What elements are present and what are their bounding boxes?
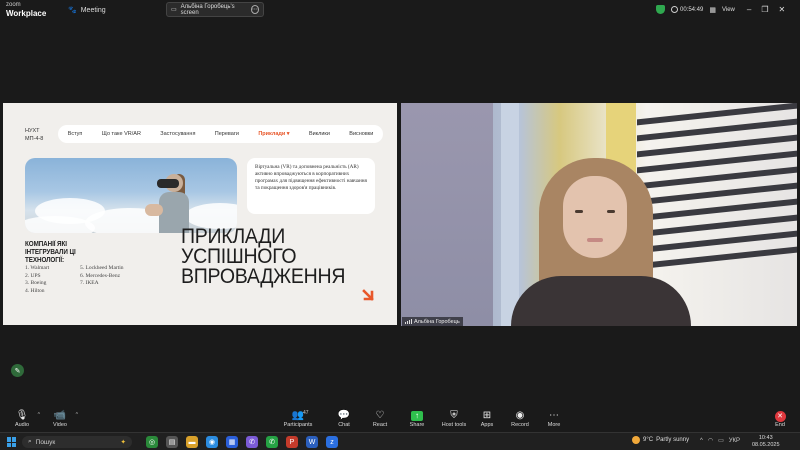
share-button[interactable]: ↑ Share — [397, 410, 437, 428]
slide-org-label: НУХТ МП-4-8 — [25, 128, 44, 142]
slide-headline: ПРИКЛАДИ УСПІШНОГО ВПРОВАДЖЕННЯ — [181, 225, 346, 288]
sparkle-icon: ✦ — [120, 439, 126, 446]
weather-widget[interactable]: 9°C Partly sunny — [632, 436, 689, 444]
word-icon[interactable]: W — [306, 436, 318, 448]
windows-taskbar: ⌕ Пошук ✦ ◎ ▤ ▬ ◉ ▦ ✆ ✆ P W z 9°C Partly… — [0, 432, 800, 450]
screen-share-pill[interactable]: ▭ Альбіна Горобець's screen ⋯ — [166, 2, 264, 17]
microphone-icon: 🎙 — [15, 410, 29, 421]
slide-nav-item[interactable]: Вступ — [68, 131, 83, 137]
meeting-indicator[interactable]: 🐾 Meeting — [68, 4, 106, 16]
clock-icon — [671, 6, 678, 13]
list-item: 5. Lockheed Martin — [80, 265, 124, 271]
taskbar-search-input[interactable]: ⌕ Пошук ✦ — [22, 436, 132, 448]
list-item: 2. UPS — [25, 272, 41, 279]
system-tray: ^ ◠ ▭ УКР — [700, 437, 740, 445]
slide-nav-item[interactable]: Що таке VR/AR — [102, 131, 141, 137]
chevron-up-icon[interactable]: ^ — [700, 438, 703, 444]
language-indicator[interactable]: УКР — [729, 438, 740, 444]
slide-nav-item[interactable]: Застосування — [160, 131, 195, 137]
companies-title: КОМПАНІЇ ЯКІ ІНТЕГРУВАЛИ ЦІ ТЕХНОЛОГІЇ: — [25, 241, 76, 264]
slide-nav-item-active[interactable]: Приклади — [258, 131, 289, 137]
participant-video-tile[interactable] — [401, 103, 797, 326]
share-pill-label: Альбіна Горобець's screen — [180, 3, 235, 16]
paw-icon: 🐾 — [68, 7, 77, 14]
annotate-pen-icon[interactable]: ✎ — [11, 364, 24, 377]
meeting-label: Meeting — [80, 6, 106, 14]
slide-nav-item[interactable]: Висновки — [349, 131, 373, 137]
restore-icon[interactable]: ❐ — [761, 5, 768, 14]
timer-value: 00:54:49 — [680, 6, 704, 13]
sun-icon — [632, 436, 640, 444]
zoom-icon[interactable]: ◉ — [206, 436, 218, 448]
search-icon: ⌕ — [28, 438, 32, 445]
list-item: 1. Walmart — [25, 265, 50, 271]
more-dots-icon: ⋯ — [549, 410, 559, 421]
window-controls: – ❐ ✕ — [747, 5, 785, 14]
participant-person — [511, 158, 691, 326]
participants-count: 47 — [303, 410, 309, 416]
meeting-toolbar: 🎙 Audio ^ 📹 Video ^ 👥 47 Participants 💬 … — [0, 408, 800, 432]
list-item: 4. Hilton — [25, 287, 45, 294]
wifi-icon[interactable]: ◠ — [708, 437, 713, 444]
whatsapp-icon[interactable]: ✆ — [266, 436, 278, 448]
close-icon[interactable]: ✕ — [779, 5, 786, 14]
participants-button[interactable]: 👥 47 Participants — [278, 410, 318, 428]
list-item: 3. Boeing — [25, 280, 47, 286]
person-with-vr-headset — [145, 170, 205, 233]
share-screen-icon: ▭ — [171, 7, 177, 13]
end-button[interactable]: ✕ End — [760, 410, 800, 428]
folder-icon[interactable]: ▬ — [186, 436, 198, 448]
security-shield-icon[interactable] — [656, 5, 665, 14]
shared-slide: НУХТ МП-4-8 Вступ Що таке VR/AR Застосув… — [3, 103, 397, 325]
list-item: 6. Mercedes-Benz — [80, 272, 121, 279]
end-call-icon: ✕ — [774, 411, 786, 422]
signal-bars-icon — [405, 319, 412, 324]
store-icon[interactable]: ▦ — [226, 436, 238, 448]
title-bar: zoom Workplace 🐾 Meeting ▭ Альбіна Гороб… — [0, 0, 800, 20]
participant-name-label: Альбіна Горобець — [402, 317, 463, 326]
slide-intro-text: Віртуальна (VR) та доповнена реальність … — [247, 158, 375, 214]
slide-nav-item[interactable]: Переваги — [215, 131, 239, 137]
zoom-app-icon[interactable]: z — [326, 436, 338, 448]
minimize-icon[interactable]: – — [747, 5, 751, 14]
grid-icon[interactable]: ▦ — [709, 6, 716, 14]
viber-icon[interactable]: ✆ — [246, 436, 258, 448]
share-arrow-icon: ↑ — [411, 411, 423, 421]
chat-icon: 💬 — [337, 410, 351, 421]
react-button[interactable]: ♡ React — [360, 410, 400, 428]
chrome-icon[interactable]: ◎ — [146, 436, 158, 448]
taskbar-clock[interactable]: 10:43 08.05.2025 — [752, 435, 780, 449]
audio-button[interactable]: 🎙 Audio ^ — [2, 410, 42, 428]
file-icon[interactable]: ▤ — [166, 436, 178, 448]
chat-button[interactable]: 💬 Chat — [324, 410, 364, 428]
more-button[interactable]: ⋯ More — [534, 410, 574, 428]
view-button[interactable]: View — [722, 7, 735, 13]
camera-icon: 📹 — [53, 410, 67, 421]
participants-icon: 👥 — [291, 410, 305, 421]
arrow-down-right-icon — [362, 289, 374, 301]
slide-nav-bar: Вступ Що таке VR/AR Застосування Переваг… — [58, 125, 383, 143]
vr-headset-photo — [25, 158, 237, 233]
windows-start-icon[interactable] — [7, 437, 17, 447]
list-item: 7. IKEA — [80, 280, 99, 286]
battery-icon[interactable]: ▭ — [718, 437, 724, 444]
companies-list-right: 5. Lockheed Martin 6. Mercedes-Benz 7. I… — [80, 265, 124, 288]
heart-icon: ♡ — [375, 410, 385, 421]
companies-list-left: 1. Walmart 2. UPS 3. Boeing 4. Hilton — [25, 265, 49, 295]
powerpoint-icon[interactable]: P — [286, 436, 298, 448]
chevron-up-icon[interactable]: ^ — [76, 412, 78, 418]
more-options-icon[interactable]: ⋯ — [250, 5, 259, 14]
meeting-timer: 00:54:49 — [671, 6, 703, 13]
video-button[interactable]: 📹 Video ^ — [40, 410, 80, 428]
top-right-controls: 00:54:49 ▦ View – ❐ ✕ — [656, 3, 785, 16]
slide-nav-item[interactable]: Виклики — [309, 131, 330, 137]
app-logo: zoom Workplace — [6, 2, 47, 18]
